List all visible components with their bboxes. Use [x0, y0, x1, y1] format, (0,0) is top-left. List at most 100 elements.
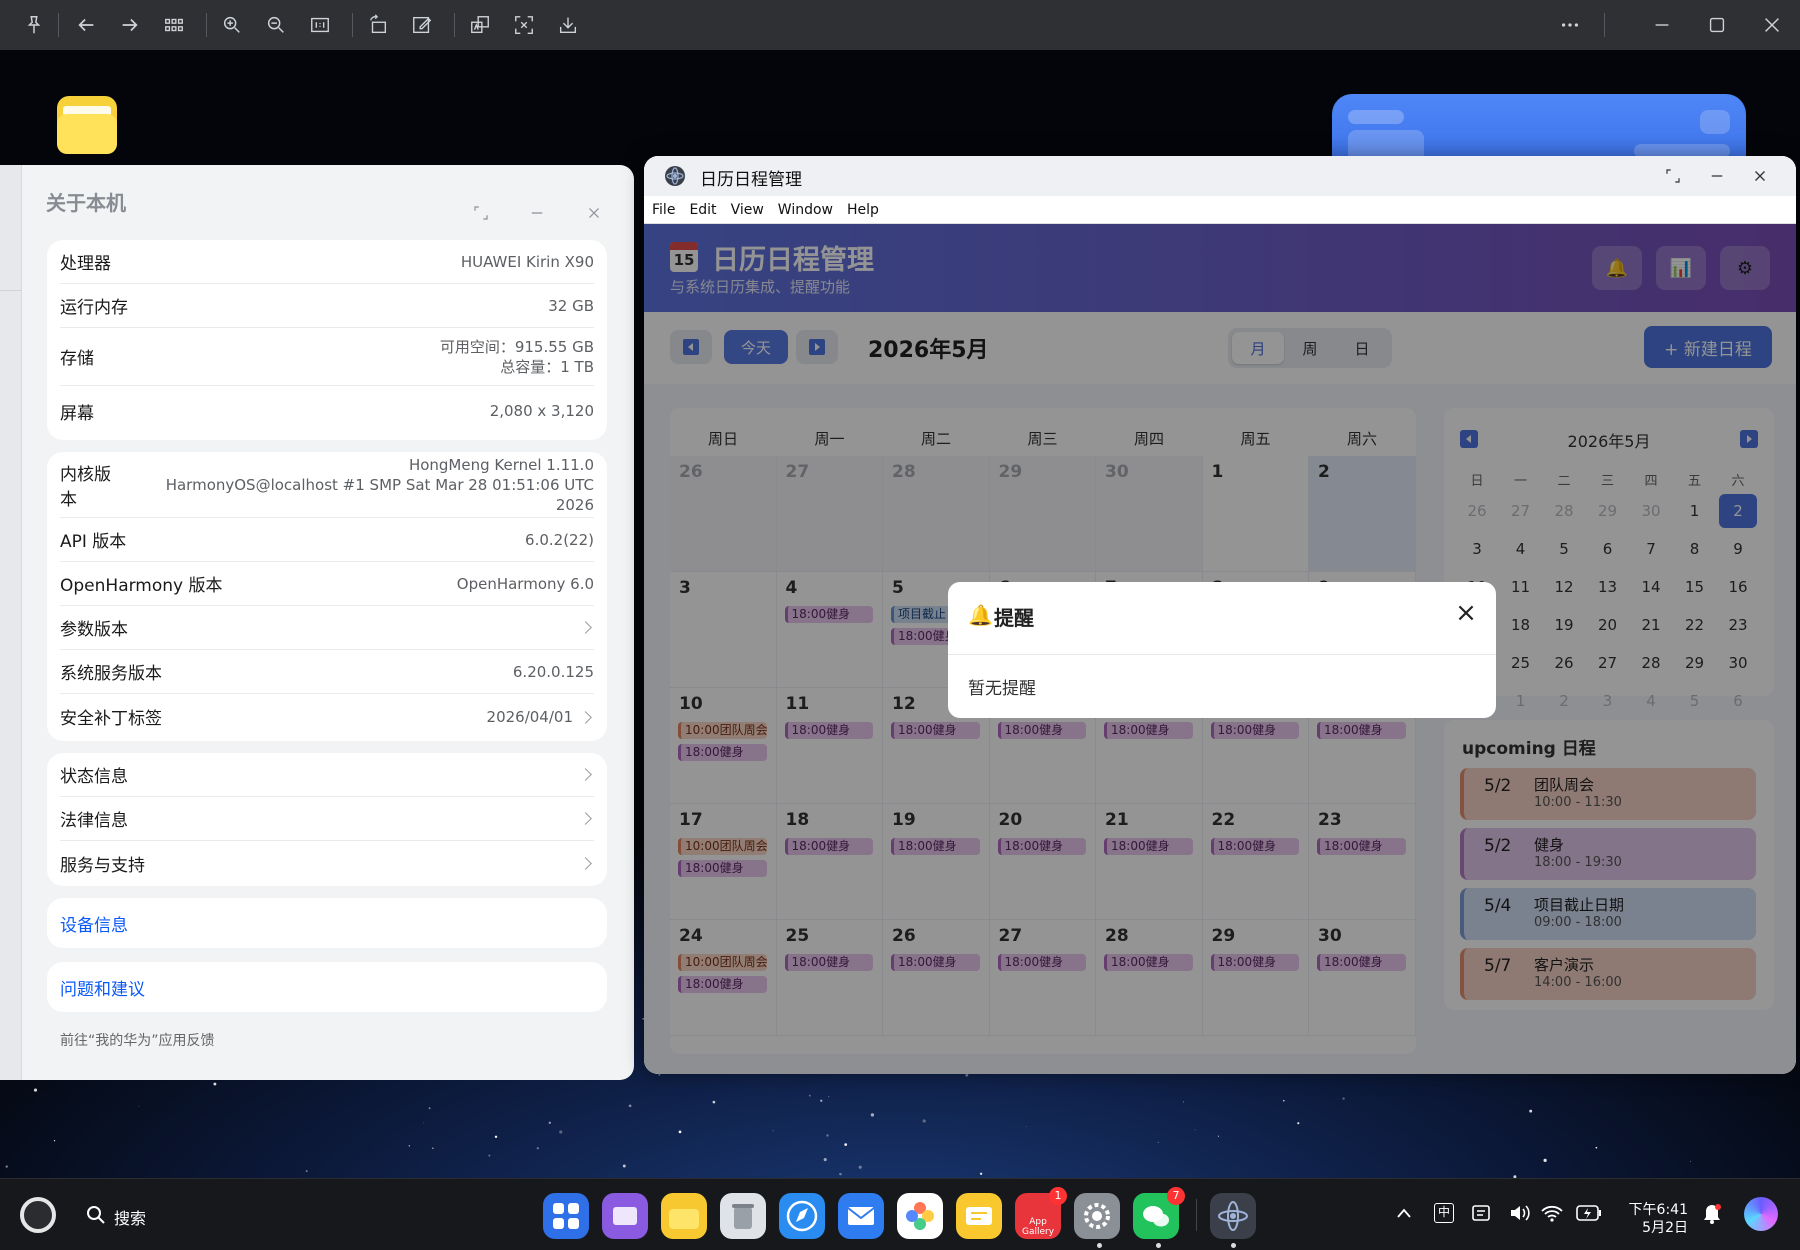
dialog-divider	[948, 654, 1496, 655]
menu-window[interactable]: Window	[778, 202, 833, 218]
row-label: 内核版本	[60, 464, 111, 510]
toolbar-divider	[352, 13, 353, 37]
grid-view-icon[interactable]	[162, 13, 186, 37]
forward-arrow-icon[interactable]	[118, 13, 142, 37]
security-patch-row[interactable]: 安全补丁标签 2026/04/01	[60, 694, 594, 739]
row-value: 2026/04/01	[486, 707, 573, 726]
reminder-dialog: 🔔 提醒 × 暂无提醒	[948, 582, 1496, 718]
openharmony-version-row[interactable]: OpenHarmony 版本 OpenHarmony 6.0	[60, 562, 594, 606]
translate-icon[interactable]	[468, 13, 492, 37]
row-label: 服务与支持	[60, 855, 145, 876]
clock-time[interactable]: 下午6:41	[1628, 1199, 1688, 1219]
edit-icon[interactable]	[410, 13, 434, 37]
close-icon[interactable]	[581, 200, 607, 226]
service-support-row[interactable]: 服务与支持	[60, 841, 594, 885]
ime-indicator[interactable]: 中	[1434, 1203, 1454, 1223]
gallery-icon[interactable]	[897, 1193, 943, 1239]
wifi-icon[interactable]	[1540, 1203, 1564, 1223]
menu-file[interactable]: File	[652, 202, 675, 218]
image-viewer-toolbar	[0, 0, 1800, 50]
running-indicator	[1097, 1243, 1102, 1248]
zoom-out-icon[interactable]	[264, 13, 288, 37]
formula-scan-icon[interactable]	[512, 13, 536, 37]
chevron-right-icon	[579, 812, 592, 825]
menu-bar: File Edit View Window Help	[644, 196, 1796, 224]
device-info-link[interactable]: 设备信息	[60, 911, 128, 936]
maximize-icon[interactable]	[1705, 13, 1729, 37]
toolbar-divider	[454, 13, 455, 37]
toolbar-divider	[1604, 13, 1605, 37]
chevron-up-icon[interactable]	[1396, 1207, 1412, 1219]
row-label: 参数版本	[60, 620, 128, 640]
wechat-icon[interactable]: 7	[1133, 1187, 1185, 1239]
close-icon[interactable]	[1760, 13, 1784, 37]
search-label[interactable]: 搜索	[114, 1205, 146, 1229]
device-info-card[interactable]: 设备信息	[47, 898, 607, 948]
notes-icon[interactable]	[956, 1193, 1002, 1239]
actual-size-icon[interactable]	[308, 13, 332, 37]
volume-icon[interactable]	[1508, 1203, 1530, 1223]
multitask-icon[interactable]	[602, 1193, 648, 1239]
row-label: API 版本	[60, 532, 127, 552]
widget-card[interactable]	[1332, 94, 1746, 164]
chevron-right-icon	[579, 768, 592, 781]
app-logo-icon	[665, 166, 685, 186]
param-version-row[interactable]: 参数版本	[60, 606, 594, 650]
start-button[interactable]	[20, 1197, 56, 1233]
files-icon[interactable]	[661, 1193, 707, 1239]
download-icon[interactable]	[556, 13, 580, 37]
menu-view[interactable]: View	[731, 202, 764, 218]
fullscreen-icon[interactable]	[1660, 163, 1686, 189]
window-title: 关于本机	[46, 191, 126, 215]
running-indicator	[1156, 1243, 1161, 1248]
dialog-close-button[interactable]: ×	[1452, 600, 1480, 628]
sidebar-edge	[0, 165, 22, 1080]
settings-icon[interactable]	[1074, 1193, 1120, 1239]
app-gallery-icon[interactable]: App Gallery 1	[1015, 1187, 1067, 1239]
minimize-icon[interactable]	[524, 200, 550, 226]
notification-badge: 1	[1049, 1187, 1067, 1205]
trash-icon[interactable]	[720, 1193, 766, 1239]
calendar-app-icon[interactable]	[1210, 1193, 1256, 1239]
app-center-icon[interactable]	[543, 1193, 589, 1239]
kernel-row[interactable]: 内核版本 HongMeng Kernel 1.11.0 HarmonyOS@loc…	[60, 452, 594, 518]
software-card: 内核版本 HongMeng Kernel 1.11.0 HarmonyOS@loc…	[47, 452, 607, 741]
back-arrow-icon[interactable]	[74, 13, 98, 37]
browser-icon[interactable]	[779, 1193, 825, 1239]
running-indicator	[1231, 1243, 1236, 1248]
chevron-right-icon	[579, 710, 592, 724]
notification-bell-icon[interactable]	[1702, 1203, 1722, 1225]
menu-edit[interactable]: Edit	[689, 202, 716, 218]
row-value: 2,080 x 3,120	[489, 402, 594, 420]
fullscreen-icon[interactable]	[468, 200, 494, 226]
more-icon[interactable]	[1558, 13, 1582, 37]
clipboard-icon[interactable]	[1470, 1203, 1492, 1223]
clock-date[interactable]: 5月2日	[1628, 1217, 1688, 1237]
menu-help[interactable]: Help	[847, 202, 879, 218]
legal-info-row[interactable]: 法律信息	[60, 797, 594, 841]
minimize-icon[interactable]	[1650, 13, 1674, 37]
storage-row[interactable]: 存储 可用空间：915.55 GB 总容量：1 TB	[60, 328, 594, 386]
memory-row[interactable]: 运行内存 32 GB	[60, 284, 594, 328]
row-label: 屏幕	[60, 403, 94, 424]
row-label: 法律信息	[60, 811, 128, 831]
assistant-icon[interactable]	[1744, 1197, 1778, 1231]
folder-icon[interactable]	[55, 94, 119, 156]
battery-icon[interactable]	[1576, 1204, 1602, 1222]
row-label: 系统服务版本	[60, 664, 162, 684]
close-icon[interactable]	[1747, 163, 1773, 189]
dialog-title: 提醒	[994, 606, 1034, 630]
status-info-row[interactable]: 状态信息	[60, 753, 594, 797]
screen-row[interactable]: 屏幕 2,080 x 3,120	[60, 386, 594, 436]
about-device-window: 关于本机 处理器 HUAWEI Kirin X90 运行内存 32 GB 存储 …	[0, 165, 634, 1080]
api-version-row[interactable]: API 版本 6.0.2(22)	[60, 518, 594, 562]
zoom-in-icon[interactable]	[220, 13, 244, 37]
mail-icon[interactable]	[838, 1193, 884, 1239]
system-service-version-row[interactable]: 系统服务版本 6.20.0.125	[60, 650, 594, 694]
pin-icon[interactable]	[22, 13, 46, 37]
feedback-link[interactable]: 问题和建议	[60, 975, 145, 1000]
rotate-icon[interactable]	[366, 13, 390, 37]
processor-row[interactable]: 处理器 HUAWEI Kirin X90	[60, 240, 594, 284]
feedback-card[interactable]: 问题和建议	[47, 962, 607, 1012]
minimize-icon[interactable]	[1704, 163, 1730, 189]
